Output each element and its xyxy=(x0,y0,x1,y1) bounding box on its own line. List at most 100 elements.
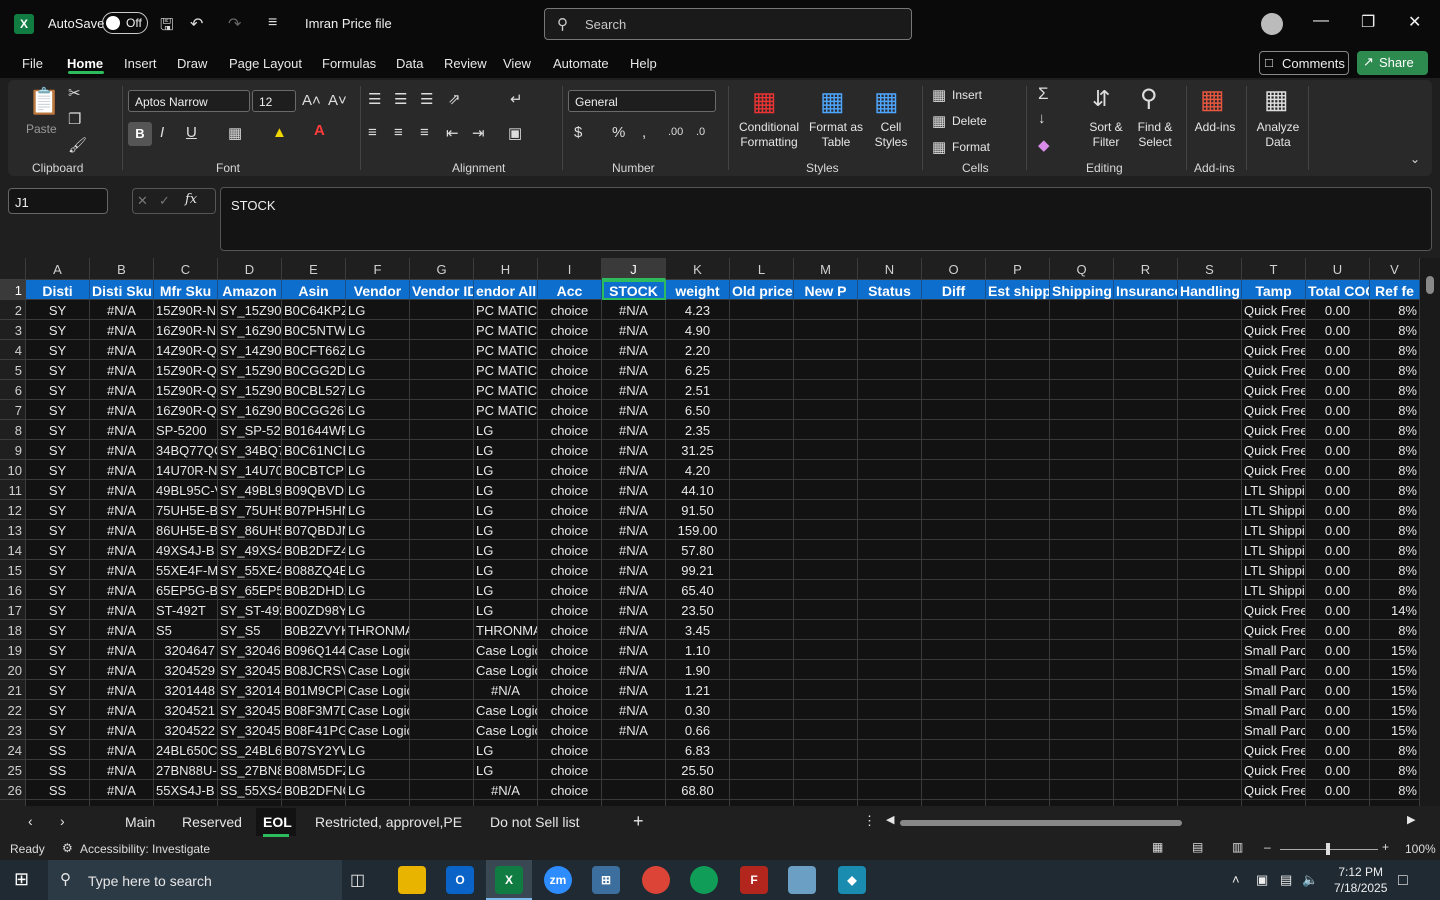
header-cell[interactable]: Handling xyxy=(1178,280,1242,300)
cell[interactable] xyxy=(986,440,1050,460)
cell[interactable] xyxy=(730,500,794,520)
cell[interactable] xyxy=(922,340,986,360)
cell[interactable]: SY xyxy=(26,380,90,400)
cell[interactable]: 14Z90R-Q. xyxy=(154,340,218,360)
cell[interactable]: choice xyxy=(538,600,602,620)
cell[interactable]: #N/A xyxy=(90,360,154,380)
cell[interactable] xyxy=(1114,480,1178,500)
cell[interactable]: 16Z90R-Q. xyxy=(154,400,218,420)
cell[interactable]: 8% xyxy=(1370,520,1420,540)
column-header-k[interactable]: K xyxy=(666,258,730,280)
cell[interactable]: SY_320452 xyxy=(218,700,282,720)
cell[interactable]: 6.25 xyxy=(666,360,730,380)
column-header-q[interactable]: Q xyxy=(1050,258,1114,280)
cell[interactable]: 57.80 xyxy=(666,540,730,560)
cell[interactable] xyxy=(1114,520,1178,540)
cell[interactable]: #N/A xyxy=(90,760,154,780)
cell[interactable] xyxy=(986,340,1050,360)
find-select-button[interactable]: Find & Select xyxy=(1130,120,1180,150)
cell[interactable] xyxy=(730,700,794,720)
cell[interactable] xyxy=(922,660,986,680)
cell[interactable]: SY xyxy=(26,700,90,720)
cell[interactable]: 8% xyxy=(1370,480,1420,500)
cell[interactable]: 2.51 xyxy=(666,380,730,400)
cell[interactable]: 31.25 xyxy=(666,440,730,460)
cell[interactable]: #N/A xyxy=(602,720,666,740)
font-name-select[interactable]: Aptos Narrow xyxy=(128,90,250,112)
cell[interactable]: Quick Free xyxy=(1242,420,1306,440)
cell[interactable]: LG xyxy=(346,360,410,380)
cell[interactable]: SY_86UH5 xyxy=(218,520,282,540)
column-header-o[interactable]: O xyxy=(922,258,986,280)
cell[interactable] xyxy=(1178,780,1242,800)
cell[interactable]: SY_320452 xyxy=(218,660,282,680)
cell[interactable]: Case Logic xyxy=(346,720,410,740)
cell[interactable] xyxy=(1114,320,1178,340)
cell[interactable]: LG xyxy=(474,740,538,760)
cell[interactable]: 1.10 xyxy=(666,640,730,660)
cell[interactable]: Quick Free xyxy=(1242,320,1306,340)
insert-function-icon[interactable]: fx xyxy=(185,192,197,207)
cell[interactable]: SY xyxy=(26,460,90,480)
column-header-i[interactable]: I xyxy=(538,258,602,280)
align-right-icon[interactable]: ≡ xyxy=(420,124,429,141)
cell[interactable]: SY xyxy=(26,720,90,740)
cell[interactable] xyxy=(922,520,986,540)
cell[interactable] xyxy=(858,700,922,720)
cell[interactable]: 4.20 xyxy=(666,460,730,480)
column-header-n[interactable]: N xyxy=(858,258,922,280)
cell[interactable]: B0B2ZVYK xyxy=(282,620,346,640)
formula-input[interactable]: STOCK xyxy=(220,187,1432,251)
cell[interactable] xyxy=(794,340,858,360)
row-header[interactable]: 8 xyxy=(0,420,26,440)
cell[interactable] xyxy=(794,380,858,400)
cell[interactable] xyxy=(922,620,986,640)
cell[interactable]: choice xyxy=(538,700,602,720)
cell[interactable]: choice xyxy=(538,680,602,700)
fill-icon[interactable]: ↓ xyxy=(1038,110,1046,127)
cell[interactable]: LTL Shippi xyxy=(1242,560,1306,580)
header-cell[interactable]: Vendor xyxy=(346,280,410,300)
page-break-view-icon[interactable]: ▥ xyxy=(1232,840,1243,854)
cell[interactable] xyxy=(1114,300,1178,320)
cell[interactable]: SY xyxy=(26,360,90,380)
cell[interactable]: PC MATIC xyxy=(474,300,538,320)
cell[interactable] xyxy=(602,780,666,800)
cell[interactable]: #N/A xyxy=(602,540,666,560)
cell[interactable] xyxy=(1178,640,1242,660)
delete-cells-icon[interactable]: ▦ xyxy=(932,112,946,130)
cell[interactable]: LTL Shippi xyxy=(1242,500,1306,520)
cell[interactable]: Small Parc xyxy=(1242,700,1306,720)
cell[interactable]: LG xyxy=(474,460,538,480)
cell[interactable] xyxy=(986,480,1050,500)
cell[interactable] xyxy=(1178,580,1242,600)
cell[interactable] xyxy=(730,740,794,760)
cell[interactable] xyxy=(1050,300,1114,320)
increase-decimal-icon[interactable]: .00 xyxy=(668,126,683,138)
cell[interactable]: #N/A xyxy=(90,480,154,500)
cell[interactable]: Case Logic xyxy=(346,700,410,720)
cell[interactable] xyxy=(986,700,1050,720)
cell[interactable] xyxy=(410,480,474,500)
cell[interactable]: Small Parc xyxy=(1242,640,1306,660)
header-cell[interactable]: Amazon xyxy=(218,280,282,300)
cell[interactable] xyxy=(1114,780,1178,800)
cell[interactable] xyxy=(794,640,858,660)
cell[interactable]: LG xyxy=(346,460,410,480)
scroll-right-icon[interactable]: ▶ xyxy=(1407,813,1415,826)
cell[interactable] xyxy=(986,540,1050,560)
cell[interactable]: 49BL95C-V xyxy=(154,480,218,500)
cell[interactable] xyxy=(1050,660,1114,680)
cell[interactable]: SY_16Z90R xyxy=(218,400,282,420)
cell[interactable]: 0.00 xyxy=(1306,400,1370,420)
cell[interactable]: LG xyxy=(346,740,410,760)
cell[interactable] xyxy=(858,660,922,680)
cell[interactable] xyxy=(858,480,922,500)
cell[interactable] xyxy=(410,760,474,780)
cell[interactable]: LG xyxy=(474,600,538,620)
cell[interactable]: choice xyxy=(538,300,602,320)
clear-icon[interactable]: ◆ xyxy=(1038,136,1050,154)
cell[interactable]: 4.90 xyxy=(666,320,730,340)
menu-formulas[interactable]: Formulas xyxy=(322,56,376,71)
cell[interactable]: #N/A xyxy=(602,520,666,540)
